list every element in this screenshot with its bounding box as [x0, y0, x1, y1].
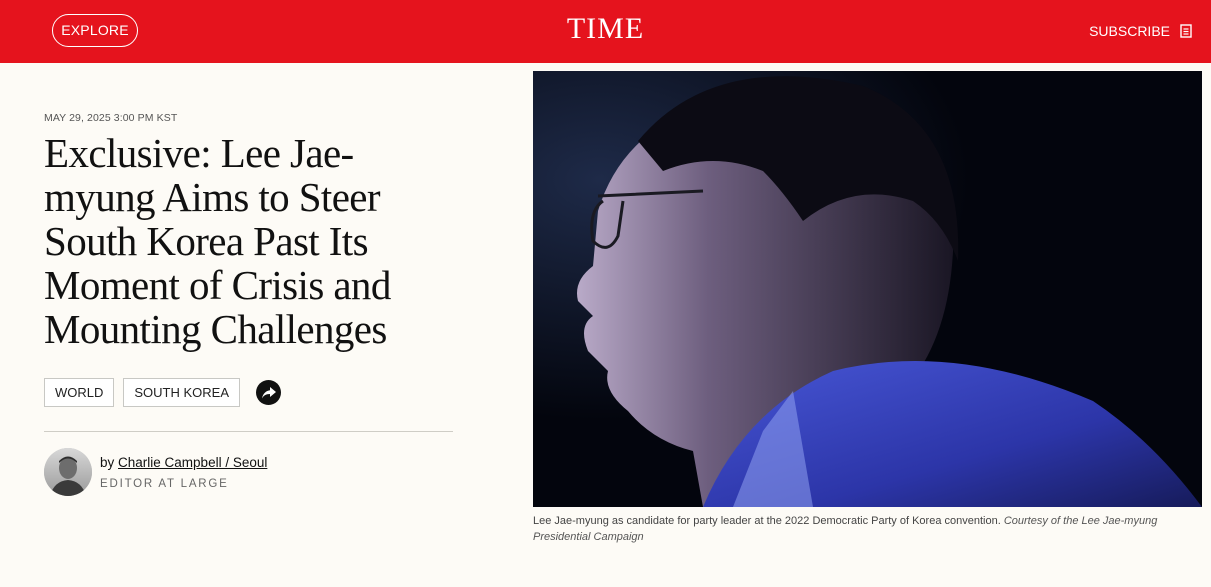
time-logo: TIME — [0, 12, 1211, 46]
author-avatar[interactable] — [44, 448, 92, 496]
byline-prefix: by — [100, 455, 115, 470]
tag-south-korea[interactable]: SOUTH KOREA — [123, 378, 241, 407]
subscribe-label: SUBSCRIBE — [1089, 23, 1170, 39]
divider — [44, 431, 453, 432]
explore-button[interactable]: EXPLORE — [52, 14, 138, 47]
author-role: EDITOR AT LARGE — [100, 478, 229, 490]
site-header: EXPLORE TIME SUBSCRIBE — [0, 0, 1211, 63]
subscribe-link[interactable]: SUBSCRIBE — [1089, 20, 1192, 42]
photo-caption: Lee Jae-myung as candidate for party lea… — [533, 513, 1208, 545]
share-button[interactable] — [256, 380, 282, 405]
caption-text: Lee Jae-myung as candidate for party lea… — [533, 515, 1001, 527]
article-headline: Exclusive: Lee Jae-myung Aims to Steer S… — [44, 130, 391, 352]
tag-world[interactable]: WORLD — [44, 378, 115, 407]
article-dateline: MAY 29, 2025 3:00 PM KST — [44, 112, 178, 124]
document-icon — [1180, 24, 1192, 38]
share-arrow-icon — [261, 386, 276, 398]
logo-text[interactable]: TIME — [567, 12, 644, 45]
tag-list: WORLD SOUTH KOREA — [44, 378, 282, 407]
hero-photo — [533, 71, 1202, 507]
byline: by Charlie Campbell / Seoul — [100, 455, 267, 470]
author-link[interactable]: Charlie Campbell / Seoul — [118, 455, 267, 470]
